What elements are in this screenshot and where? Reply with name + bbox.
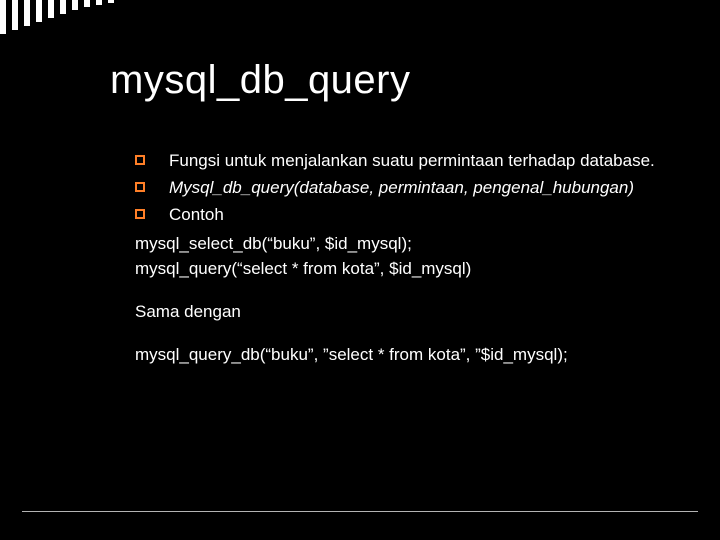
bullet-text: Mysql_db_query(database, permintaan, pen… — [169, 177, 655, 200]
example-code-block: mysql_select_db(“buku”, $id_mysql); mysq… — [135, 233, 655, 367]
bullet-marker-icon — [135, 177, 169, 200]
code-line: mysql_select_db(“buku”, $id_mysql); — [135, 233, 655, 256]
slide-content: Fungsi untuk menjalankan suatu permintaa… — [135, 150, 655, 369]
bullet-item: Mysql_db_query(database, permintaan, pen… — [135, 177, 655, 200]
bullet-item: Fungsi untuk menjalankan suatu permintaa… — [135, 150, 655, 173]
slide: mysql_db_query Fungsi untuk menjalankan … — [0, 0, 720, 540]
bullet-marker-icon — [135, 150, 169, 173]
bottom-divider — [22, 511, 698, 512]
code-line: Sama dengan — [135, 301, 655, 324]
code-line: mysql_query_db(“buku”, ”select * from ko… — [135, 344, 655, 367]
bullet-marker-icon — [135, 204, 169, 227]
bullet-item: Contoh — [135, 204, 655, 227]
bullet-text: Contoh — [169, 204, 655, 227]
code-line: mysql_query(“select * from kota”, $id_my… — [135, 258, 655, 281]
slide-title: mysql_db_query — [110, 58, 411, 103]
bullet-text: Fungsi untuk menjalankan suatu permintaa… — [169, 150, 655, 173]
top-tick-decoration — [0, 0, 720, 38]
